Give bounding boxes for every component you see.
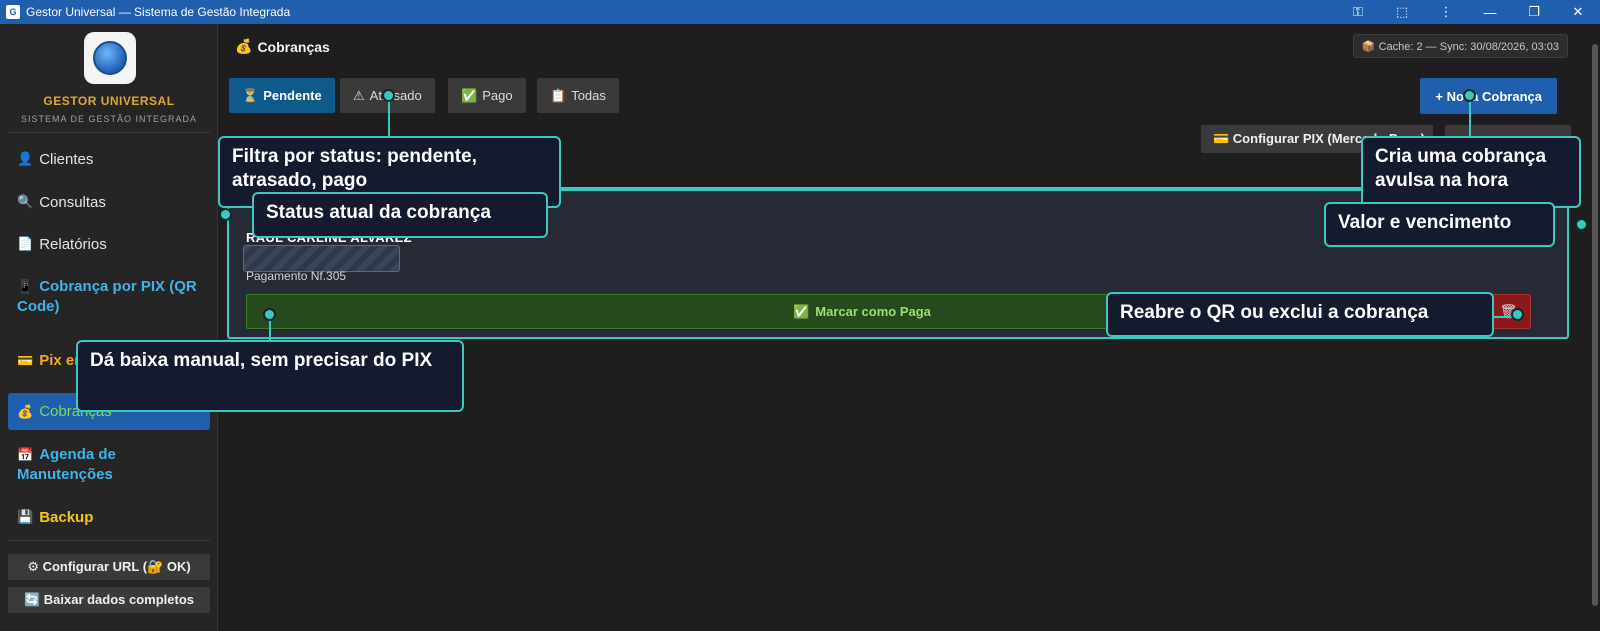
page-title: 💰 Cobranças: [235, 38, 330, 55]
floppy-icon: 💾: [17, 509, 34, 524]
extensions-icon[interactable]: ⬚: [1380, 0, 1424, 24]
window-title: Gestor Universal — Sistema de Gestão Int…: [26, 5, 291, 19]
tab-todas[interactable]: 📋 Todas: [537, 78, 619, 113]
phone-icon: 📱: [17, 279, 34, 294]
sidebar-item-relatorios[interactable]: 📄 Relatórios: [8, 227, 210, 261]
download-data-button[interactable]: 🔄 Baixar dados completos: [8, 587, 210, 613]
sidebar-item-label: Consultas: [39, 193, 106, 211]
warning-icon: ⚠: [353, 87, 365, 103]
close-button[interactable]: ✕: [1556, 0, 1600, 24]
brand-subtitle: SISTEMA DE GESTÃO INTEGRADA: [20, 114, 198, 124]
minimize-button[interactable]: —: [1468, 0, 1512, 24]
money-bag-icon: 💰: [235, 38, 253, 54]
sidebar-divider: [8, 132, 210, 133]
scrollbar[interactable]: [1592, 44, 1598, 606]
callout-status: Status atual da cobrança: [252, 192, 548, 238]
callout-reopen: Reabre o QR ou exclui a cobrança: [1106, 292, 1494, 337]
callout-dot: [382, 89, 395, 102]
sidebar-item-label: Backup: [39, 508, 94, 526]
check-icon: ✅: [461, 87, 478, 103]
callout-manual: Dá baixa manual, sem precisar do PIX: [76, 340, 464, 412]
globe-icon: [93, 41, 127, 75]
status-badge: [243, 245, 400, 272]
charge-description: Pagamento Nf.305: [246, 269, 347, 283]
sidebar: GESTOR UNIVERSAL SISTEMA DE GESTÃO INTEG…: [0, 24, 218, 631]
cache-status-badge: 📦 Cache: 2 — Sync: 30/08/2026, 03:03: [1352, 34, 1568, 58]
check-icon: ✅: [793, 303, 810, 319]
tab-pendente[interactable]: ⏳ Pendente: [229, 78, 335, 113]
window-controls: ⚿ ⬚ ⋮ — ❐ ✕: [1336, 0, 1600, 24]
sidebar-item-label: 📅 Agenda de Manutenções: [17, 446, 116, 483]
brand-name: GESTOR UNIVERSAL: [43, 94, 175, 108]
page-title-text: Cobranças: [257, 38, 330, 55]
connector-line: [388, 99, 390, 137]
title-bar: G Gestor Universal — Sistema de Gestão I…: [0, 0, 1600, 24]
sidebar-item-clientes[interactable]: 👤 Clientes: [8, 142, 210, 176]
card-icon: 💳: [17, 353, 34, 368]
sidebar-item-consultas[interactable]: 🔍 Consultas: [8, 185, 210, 219]
key-icon[interactable]: ⚿: [1336, 0, 1380, 24]
sidebar-divider: [8, 540, 210, 541]
app-icon: G: [6, 5, 20, 19]
sidebar-item-cobranca-pix[interactable]: 📱 Cobrança por PIX (QR Code): [8, 274, 210, 320]
sidebar-item-backup[interactable]: 💾 Backup: [8, 500, 210, 534]
config-url-button[interactable]: ⚙ Configurar URL (🔐 OK): [8, 554, 210, 580]
user-icon: 👤: [17, 151, 34, 166]
callout-dot: [1575, 218, 1588, 231]
tab-pago[interactable]: ✅ Pago: [448, 78, 526, 113]
tab-label: Atrasado: [369, 88, 422, 103]
callout-dot: [1511, 308, 1524, 321]
connector-line: [1469, 99, 1471, 137]
money-bag-icon: 💰: [17, 403, 34, 419]
callout-dot: [263, 308, 276, 321]
clipboard-icon: 📋: [550, 87, 567, 103]
callout-value: Valor e vencimento: [1324, 202, 1555, 247]
calendar-icon: 📅: [17, 447, 34, 462]
sidebar-item-label: Relatórios: [39, 235, 107, 253]
callout-create: Cria uma cobrança avulsa na hora: [1361, 136, 1581, 208]
sidebar-item-label: Clientes: [39, 150, 94, 168]
app-logo: [84, 32, 136, 84]
maximize-button[interactable]: ❐: [1512, 0, 1556, 24]
hourglass-icon: ⏳: [242, 87, 259, 103]
document-icon: 📄: [17, 236, 34, 251]
tab-label: Pago: [482, 88, 513, 103]
new-charge-button[interactable]: + Nova Cobrança: [1420, 78, 1557, 114]
tab-label: Pendente: [263, 88, 322, 103]
mark-paid-label: Marcar como Paga: [815, 304, 931, 319]
tab-label: Todas: [571, 88, 606, 103]
sidebar-item-label: 📱 Cobrança por PIX (QR Code): [17, 278, 197, 315]
callout-dot: [1463, 89, 1476, 102]
sidebar-item-agenda[interactable]: 📅 Agenda de Manutenções: [8, 442, 210, 488]
menu-icon[interactable]: ⋮: [1424, 0, 1468, 24]
connector-line: [1492, 316, 1512, 318]
callout-dot: [219, 208, 232, 221]
search-icon: 🔍: [17, 194, 34, 209]
